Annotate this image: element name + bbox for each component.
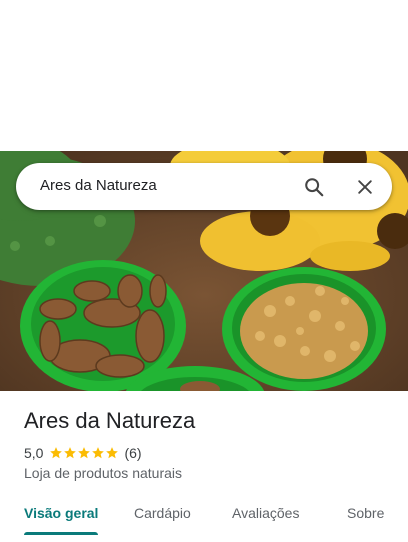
place-title: Ares da Natureza (24, 408, 196, 433)
tab-menu[interactable]: Cardápio (134, 505, 191, 521)
star-icon (64, 447, 77, 459)
search-input[interactable]: Ares da Natureza (40, 177, 157, 194)
place-category[interactable]: Loja de produtos naturais (24, 465, 182, 481)
search-bar[interactable]: Ares da Natureza (16, 163, 392, 210)
search-icon[interactable] (299, 172, 329, 202)
tab-reviews[interactable]: Avaliações (232, 505, 299, 521)
star-icon (78, 447, 91, 459)
star-icon (106, 447, 119, 459)
tab-overview[interactable]: Visão geral (24, 505, 98, 521)
tab-bar: Visão geral Cardápio Avaliações Sobre (0, 494, 408, 542)
rating-value: 5,0 (24, 445, 44, 461)
close-icon[interactable] (350, 172, 380, 202)
star-icon (92, 447, 105, 459)
star-icon (50, 447, 63, 459)
review-count[interactable]: (6) (124, 445, 141, 461)
active-tab-indicator (24, 532, 98, 535)
tab-about[interactable]: Sobre (347, 505, 384, 521)
star-rating (49, 446, 119, 460)
rating-row[interactable]: 5,0 (6) (24, 444, 142, 462)
